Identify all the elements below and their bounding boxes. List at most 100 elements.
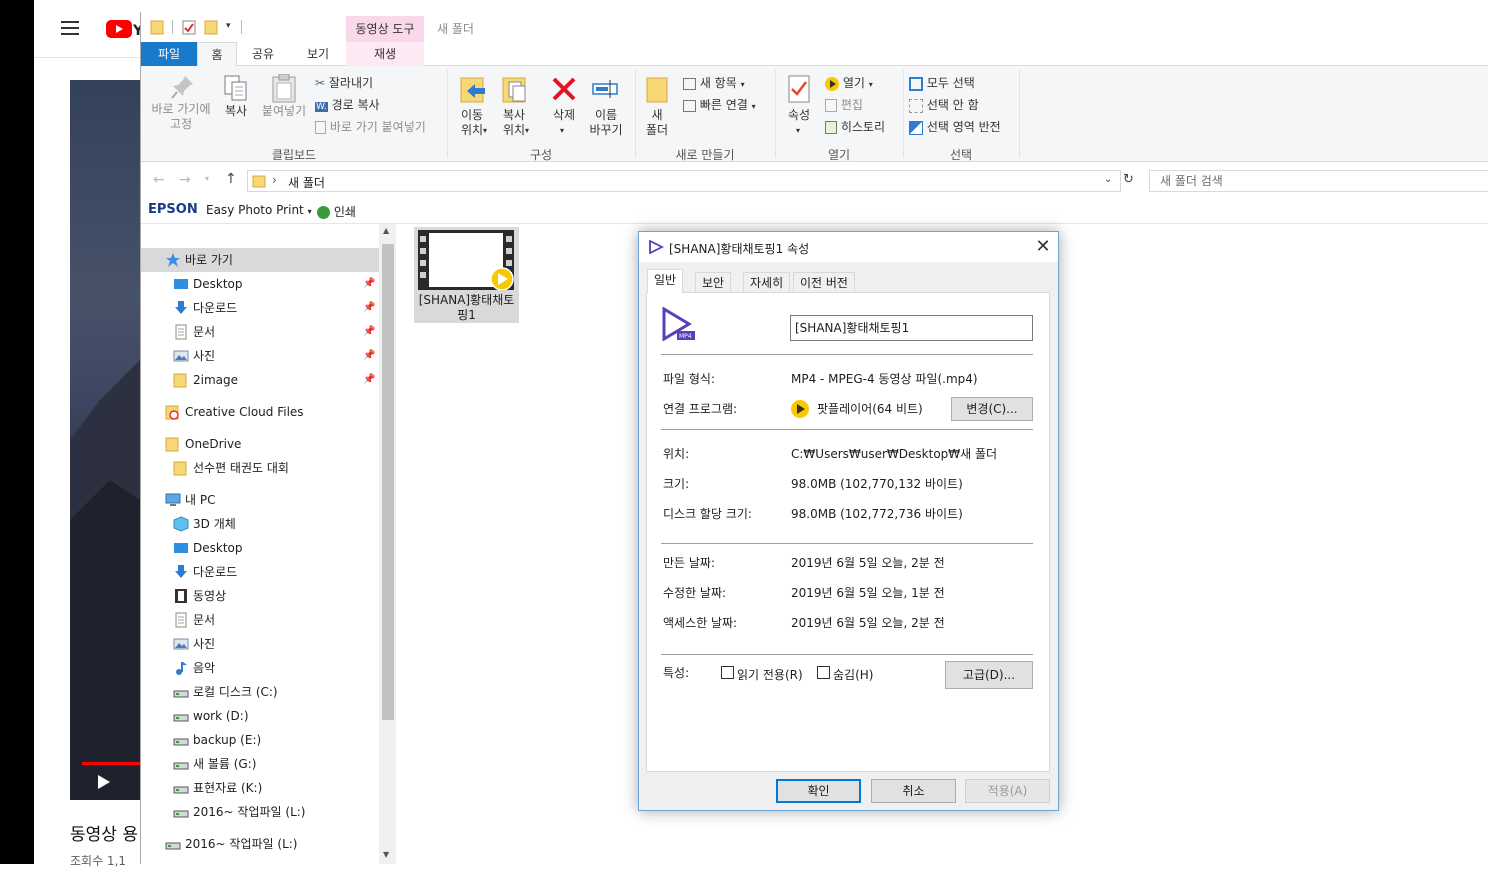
nav-item[interactable]: 선수편 태권도 대회 bbox=[141, 456, 379, 480]
new-item-button[interactable]: 새 항목 ▾ bbox=[683, 74, 745, 91]
nav-item[interactable]: 음악 bbox=[141, 656, 379, 680]
desktop-icon bbox=[173, 540, 189, 556]
history-button[interactable]: 히스토리 bbox=[825, 118, 885, 135]
paste-button[interactable]: 붙여넣기 bbox=[257, 74, 311, 140]
copy-to-button[interactable]: 복사 위치 ▾ bbox=[495, 74, 533, 144]
nav-item[interactable]: 사진 bbox=[141, 632, 379, 656]
nav-item[interactable]: 문서 📌 bbox=[141, 320, 379, 344]
new-folder-button[interactable]: 새 폴더 bbox=[639, 74, 675, 144]
paste-shortcut-label: 바로 가기 붙여넣기 bbox=[329, 120, 426, 134]
file-item[interactable]: [SHANA]황태채토핑1 bbox=[414, 227, 519, 323]
change-button[interactable]: 변경(C)... bbox=[951, 397, 1033, 421]
navigation-pane: 바로 가기 Desktop 📌 다운로드 📌 문서 📌 사진 📌 2image 📌 Creative … bbox=[141, 224, 397, 864]
nav-item[interactable]: work (D:) bbox=[141, 704, 379, 728]
divider bbox=[241, 20, 242, 34]
tab-play[interactable]: 재생 bbox=[346, 42, 424, 66]
address-dropdown-icon[interactable]: ⌄ bbox=[1104, 174, 1112, 185]
nav-item[interactable]: 2016~ 작업파일 (L:) bbox=[141, 832, 379, 856]
invert-selection-button[interactable]: 선택 영역 반전 bbox=[909, 118, 1001, 135]
youtube-logo[interactable]: Y bbox=[106, 20, 140, 38]
rename-label: 이름 바꾸기 bbox=[589, 108, 623, 137]
readonly-checkbox[interactable] bbox=[721, 666, 734, 679]
ok-button[interactable]: 확인 bbox=[776, 779, 861, 803]
nav-item[interactable]: 2016~ 작업파일 (L:) bbox=[141, 800, 379, 824]
cancel-button[interactable]: 취소 bbox=[871, 779, 956, 803]
new-folder-icon[interactable] bbox=[204, 19, 218, 35]
video-player[interactable] bbox=[70, 80, 140, 800]
menu-icon[interactable] bbox=[61, 21, 79, 35]
search-input[interactable]: 새 폴더 검색 bbox=[1149, 170, 1488, 192]
select-none-icon bbox=[909, 98, 923, 113]
select-all-button[interactable]: 모두 선택 bbox=[909, 74, 975, 91]
copy-path-button[interactable]: W. 경로 복사 bbox=[315, 96, 380, 113]
nav-item[interactable]: 바로 가기 bbox=[141, 248, 379, 272]
nav-item[interactable]: 내 PC bbox=[141, 488, 379, 512]
tab-share[interactable]: 공유 bbox=[241, 42, 285, 66]
edit-button[interactable]: 편집 bbox=[825, 96, 863, 113]
pin-to-quick-access-button[interactable]: 바로 가기에 고정 bbox=[147, 74, 215, 140]
pin-icon: 📌 bbox=[363, 374, 376, 385]
rename-button[interactable]: 이름 바꾸기 bbox=[585, 74, 627, 144]
nav-item[interactable]: 사진 📌 bbox=[141, 344, 379, 368]
forward-arrow-icon[interactable]: → bbox=[179, 172, 191, 188]
close-icon[interactable]: ✕ bbox=[1033, 236, 1053, 257]
select-none-button[interactable]: 선택 안 함 bbox=[909, 96, 979, 113]
delete-button[interactable]: 삭제 ▾ bbox=[545, 74, 583, 144]
tab-file[interactable]: 파일 bbox=[141, 42, 197, 66]
refresh-icon[interactable]: ↻ bbox=[1123, 172, 1134, 187]
nav-item[interactable]: OneDrive bbox=[141, 432, 379, 456]
ribbon-divider bbox=[1019, 70, 1020, 158]
tab-view[interactable]: 보기 bbox=[293, 42, 343, 66]
breadcrumb-current[interactable]: 새 폴더 bbox=[288, 174, 325, 191]
filename-input[interactable]: [SHANA]황태채토핑1 bbox=[790, 315, 1033, 341]
customize-quick-access-icon[interactable]: ▾ bbox=[226, 21, 231, 31]
advanced-button[interactable]: 고급(D)... bbox=[945, 661, 1033, 689]
tab-general[interactable]: 일반 bbox=[647, 269, 684, 293]
nav-item[interactable]: 2image 📌 bbox=[141, 368, 379, 392]
epson-logo: EPSON bbox=[148, 202, 198, 217]
recent-locations-icon[interactable]: ▾ bbox=[205, 174, 209, 183]
nav-item[interactable]: 동영상 bbox=[141, 584, 379, 608]
scroll-down-icon[interactable]: ▼ bbox=[383, 850, 389, 859]
properties-dialog: [SHANA]황태채토핑1 속성 ✕ 일반 보안 자세히 이전 버전 MP4 [… bbox=[638, 231, 1059, 811]
nav-item[interactable]: 새 볼륨 (G:) bbox=[141, 752, 379, 776]
nav-item[interactable]: Desktop bbox=[141, 536, 379, 560]
nav-item[interactable]: 다운로드 📌 bbox=[141, 296, 379, 320]
folder-icon bbox=[173, 460, 189, 476]
video-progress-bar[interactable] bbox=[82, 762, 140, 765]
properties-check-icon[interactable] bbox=[182, 19, 196, 35]
apply-button[interactable]: 적용(A) bbox=[965, 779, 1050, 803]
copy-button[interactable]: 복사 bbox=[219, 74, 253, 140]
tab-home[interactable]: 홈 bbox=[197, 42, 237, 67]
nav-item[interactable]: 표현자료 (K:) bbox=[141, 776, 379, 800]
easy-access-button[interactable]: 빠른 연결 ▾ bbox=[683, 96, 756, 113]
scroll-up-icon[interactable]: ▲ bbox=[383, 226, 389, 235]
video-title[interactable]: 동영상 용 bbox=[70, 820, 140, 845]
nav-item[interactable]: backup (E:) bbox=[141, 728, 379, 752]
print-button[interactable]: 인쇄 bbox=[317, 203, 356, 220]
nav-item[interactable]: 다운로드 bbox=[141, 560, 379, 584]
paste-shortcut-button[interactable]: 바로 가기 붙여넣기 bbox=[315, 118, 426, 135]
nav-item[interactable]: Creative Cloud Files bbox=[141, 400, 379, 424]
nav-item[interactable]: 로컬 디스크 (C:) bbox=[141, 680, 379, 704]
open-label: 열기 bbox=[842, 76, 865, 90]
easy-photo-print-button[interactable]: Easy Photo Print ▾ bbox=[206, 203, 312, 217]
nav-item[interactable]: 3D 개체 bbox=[141, 512, 379, 536]
hidden-checkbox[interactable] bbox=[817, 666, 830, 679]
move-to-button[interactable]: 이동 위치 ▾ bbox=[453, 74, 491, 144]
nav-item[interactable]: 문서 bbox=[141, 608, 379, 632]
back-arrow-icon[interactable]: ← bbox=[153, 172, 165, 188]
download-icon bbox=[173, 300, 189, 316]
nav-item[interactable]: Desktop 📌 bbox=[141, 272, 379, 296]
cut-button[interactable]: ✂ 잘라내기 bbox=[315, 74, 373, 91]
open-button[interactable]: 열기 ▾ bbox=[825, 74, 873, 91]
up-arrow-icon[interactable]: ↑ bbox=[225, 171, 237, 187]
epson-toolbar: EPSON Easy Photo Print ▾ 인쇄 bbox=[141, 196, 1488, 224]
tab-details[interactable]: 자세히 bbox=[743, 272, 791, 293]
nav-scroll-thumb[interactable] bbox=[382, 244, 394, 720]
play-icon[interactable] bbox=[97, 774, 111, 793]
properties-button[interactable]: 속성 ▾ bbox=[781, 74, 817, 144]
address-box[interactable]: › 새 폴더 ⌄ bbox=[247, 170, 1121, 192]
tab-previous-versions[interactable]: 이전 버전 bbox=[793, 272, 855, 293]
tab-security[interactable]: 보안 bbox=[695, 272, 732, 293]
